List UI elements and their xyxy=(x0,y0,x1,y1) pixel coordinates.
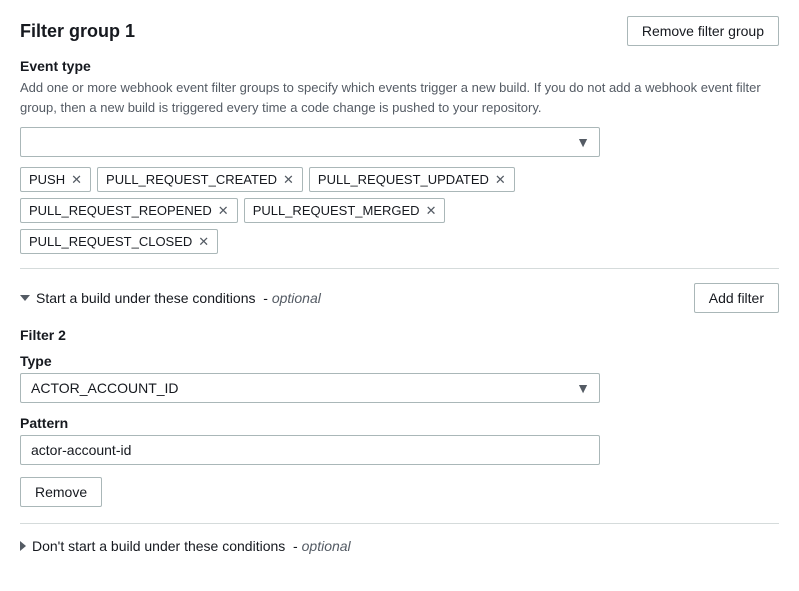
pattern-field-group: Pattern xyxy=(20,415,779,465)
dont-start-conditions-text: Don't start a build under these conditio… xyxy=(32,538,351,554)
remove-filter-group-button[interactable]: Remove filter group xyxy=(627,16,779,46)
tag-pull-request-merged: PULL_REQUEST_MERGED ✕ xyxy=(244,198,446,223)
tag-pull-request-reopened-remove[interactable]: ✕ xyxy=(218,204,229,217)
tag-pull-request-updated-remove[interactable]: ✕ xyxy=(495,173,506,186)
tag-pull-request-merged-label: PULL_REQUEST_MERGED xyxy=(253,203,420,218)
event-tags-row: PUSH ✕ PULL_REQUEST_CREATED ✕ PULL_REQUE… xyxy=(20,167,779,192)
type-field-group: Type ACTOR_ACCOUNT_ID HEAD_REF BASE_REF … xyxy=(20,353,779,403)
tag-pull-request-updated-label: PULL_REQUEST_UPDATED xyxy=(318,172,489,187)
tag-pull-request-updated: PULL_REQUEST_UPDATED ✕ xyxy=(309,167,515,192)
type-select-container: ACTOR_ACCOUNT_ID HEAD_REF BASE_REF FILE_… xyxy=(20,373,600,403)
pattern-input[interactable] xyxy=(20,435,600,465)
tag-pull-request-reopened-label: PULL_REQUEST_REOPENED xyxy=(29,203,212,218)
start-conditions-toggle[interactable]: Start a build under these conditions - o… xyxy=(20,290,321,306)
filter-group-title: Filter group 1 xyxy=(20,21,135,42)
dont-start-conditions-label: Don't start a build under these conditio… xyxy=(32,538,285,554)
remove-filter-button[interactable]: Remove xyxy=(20,477,102,507)
tag-push-label: PUSH xyxy=(29,172,65,187)
tag-pull-request-created-label: PULL_REQUEST_CREATED xyxy=(106,172,277,187)
event-type-section: Event type Add one or more webhook event… xyxy=(20,58,779,254)
triangle-right-icon xyxy=(20,541,26,551)
start-conditions-text: Start a build under these conditions - o… xyxy=(36,290,321,306)
event-type-dropdown-container: PUSH PULL_REQUEST_CREATED PULL_REQUEST_U… xyxy=(20,127,779,157)
divider-2 xyxy=(20,523,779,524)
divider-1 xyxy=(20,268,779,269)
filter-2-title: Filter 2 xyxy=(20,327,779,343)
event-tags-row-2: PULL_REQUEST_REOPENED ✕ PULL_REQUEST_MER… xyxy=(20,198,779,223)
add-filter-button[interactable]: Add filter xyxy=(694,283,779,313)
start-conditions-label: Start a build under these conditions xyxy=(36,290,255,306)
filter-2-section: Filter 2 Type ACTOR_ACCOUNT_ID HEAD_REF … xyxy=(20,327,779,507)
tag-pull-request-closed-label: PULL_REQUEST_CLOSED xyxy=(29,234,192,249)
type-select[interactable]: ACTOR_ACCOUNT_ID HEAD_REF BASE_REF FILE_… xyxy=(20,373,600,403)
filter-group-header: Filter group 1 Remove filter group xyxy=(20,16,779,46)
pattern-label: Pattern xyxy=(20,415,779,431)
event-type-description: Add one or more webhook event filter gro… xyxy=(20,78,779,117)
tag-pull-request-created-remove[interactable]: ✕ xyxy=(283,173,294,186)
triangle-down-icon xyxy=(20,295,30,301)
event-type-label: Event type xyxy=(20,58,779,74)
tag-pull-request-closed-remove[interactable]: ✕ xyxy=(198,235,209,248)
tag-pull-request-created: PULL_REQUEST_CREATED ✕ xyxy=(97,167,303,192)
dont-start-conditions-optional: optional xyxy=(302,538,351,554)
start-conditions-row: Start a build under these conditions - o… xyxy=(20,283,779,313)
tag-push-remove[interactable]: ✕ xyxy=(71,173,82,186)
start-conditions-optional: optional xyxy=(272,290,321,306)
event-type-select[interactable]: PUSH PULL_REQUEST_CREATED PULL_REQUEST_U… xyxy=(20,127,600,157)
tag-push: PUSH ✕ xyxy=(20,167,91,192)
tag-pull-request-merged-remove[interactable]: ✕ xyxy=(426,204,437,217)
dont-start-conditions-toggle[interactable]: Don't start a build under these conditio… xyxy=(20,538,779,554)
type-label: Type xyxy=(20,353,779,369)
tag-pull-request-reopened: PULL_REQUEST_REOPENED ✕ xyxy=(20,198,238,223)
tag-pull-request-closed: PULL_REQUEST_CLOSED ✕ xyxy=(20,229,218,254)
event-tags-row-3: PULL_REQUEST_CLOSED ✕ xyxy=(20,229,779,254)
